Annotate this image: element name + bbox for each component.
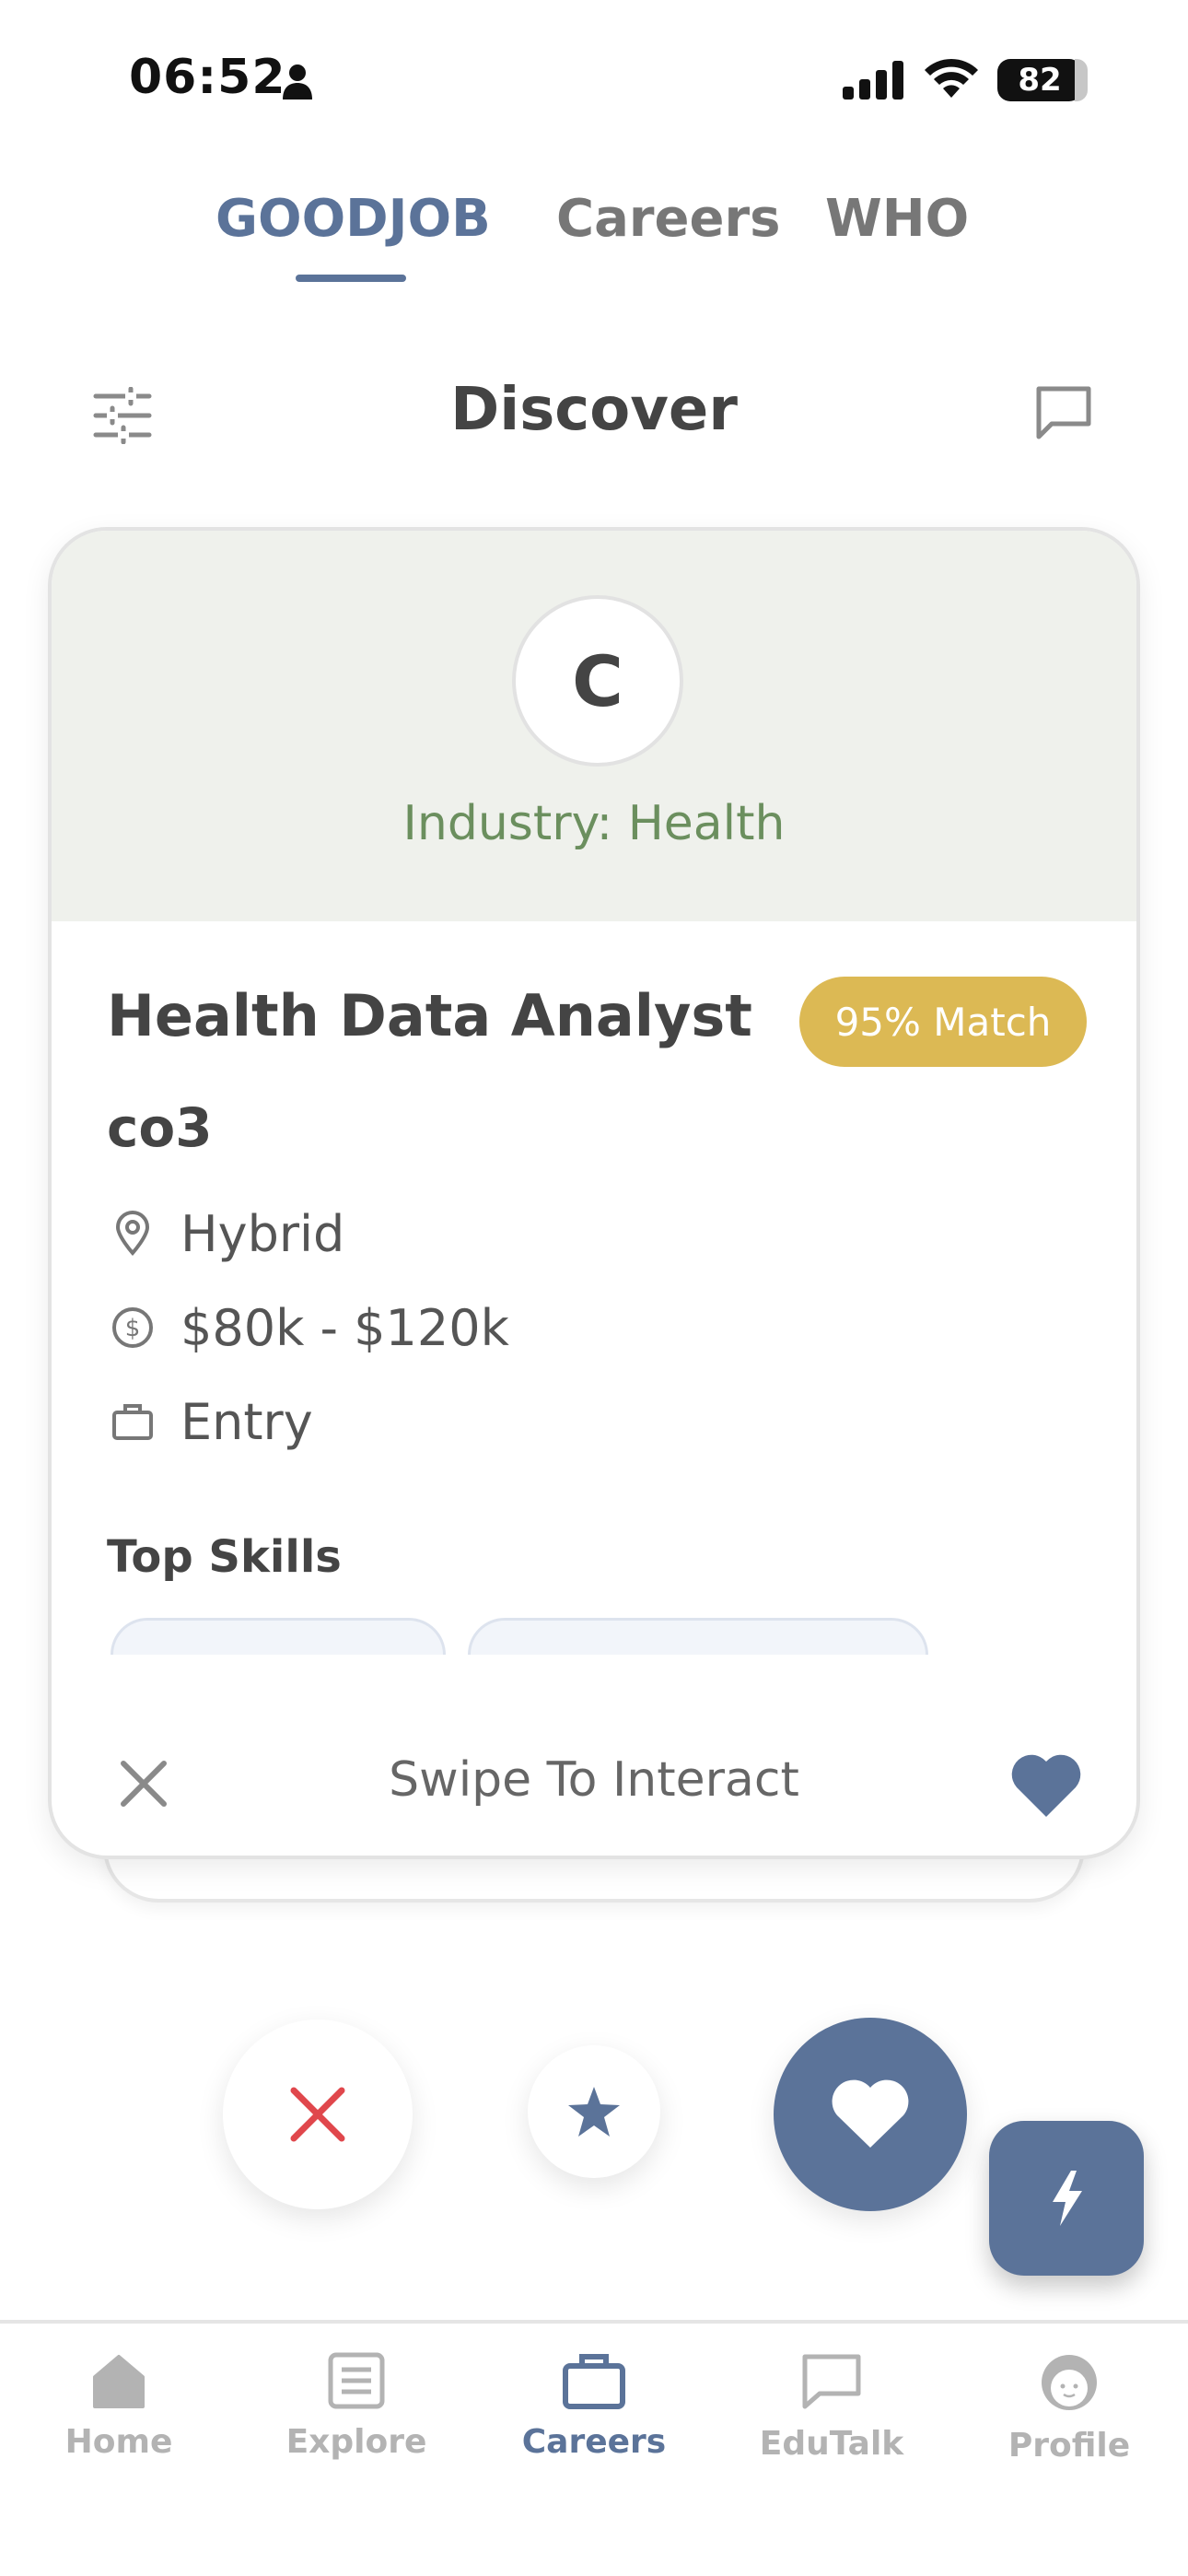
location-text: Hybrid	[181, 1204, 345, 1263]
star-icon	[568, 2087, 620, 2137]
svg-text:$: $	[125, 1315, 141, 1342]
tab-goodjob[interactable]: GOODJOB	[215, 189, 491, 249]
job-title: Health Data Analyst	[107, 982, 752, 1049]
briefcase-icon	[107, 1396, 158, 1447]
like-button[interactable]	[774, 2018, 967, 2211]
battery-tip	[1075, 59, 1088, 101]
nav-label-profile: Profile	[1007, 2427, 1131, 2465]
favorite-button[interactable]	[528, 2045, 660, 2178]
nav-label-careers: Careers	[521, 2423, 667, 2461]
salary-text: $80k - $120k	[181, 1298, 509, 1357]
job-card[interactable]: C Industry: Health Health Data Analyst 9…	[48, 527, 1140, 1859]
skill-chip	[111, 1618, 446, 1655]
card-header: C Industry: Health	[52, 531, 1136, 921]
company-avatar: C	[512, 595, 683, 767]
card-footer: Swipe To Interact	[52, 1719, 1136, 1856]
match-badge: 95% Match	[799, 977, 1087, 1067]
page-title: Discover	[450, 376, 738, 444]
home-icon	[93, 2355, 145, 2408]
nav-item-explore[interactable]: Explore	[238, 2351, 475, 2461]
level-row: Entry	[107, 1389, 313, 1454]
industry-label: Industry: Health	[402, 796, 786, 851]
person-icon	[283, 64, 312, 100]
dislike-button[interactable]	[223, 2020, 413, 2209]
heart-icon	[832, 2079, 909, 2148]
close-icon	[290, 2087, 345, 2142]
level-text: Entry	[181, 1392, 313, 1451]
status-time: 06:52	[129, 50, 286, 105]
cellular-signal-icon	[843, 61, 903, 100]
battery-indicator: 82	[997, 59, 1082, 101]
location-pin-icon	[107, 1208, 158, 1259]
messages-icon[interactable]	[1033, 383, 1094, 442]
nav-label-home: Home	[64, 2423, 173, 2461]
skills-heading: Top Skills	[107, 1531, 342, 1583]
active-tab-underline	[296, 275, 406, 282]
company-name: co3	[107, 1096, 213, 1159]
tab-who[interactable]: WHO	[825, 189, 969, 249]
tab-careers[interactable]: Careers	[556, 189, 780, 249]
nav-item-edutalk[interactable]: EduTalk	[713, 2351, 950, 2463]
briefcase-icon	[563, 2354, 625, 2409]
lightning-bolt-icon	[1053, 2171, 1082, 2226]
skill-chip	[468, 1618, 928, 1655]
boost-button[interactable]	[989, 2121, 1144, 2276]
nav-label-edutalk: EduTalk	[759, 2425, 904, 2463]
nav-item-home[interactable]: Home	[0, 2351, 238, 2461]
chat-icon	[802, 2354, 861, 2409]
nav-label-explore: Explore	[285, 2423, 427, 2461]
nav-item-profile[interactable]: Profile	[950, 2351, 1188, 2465]
salary-row: $ $80k - $120k	[107, 1295, 509, 1360]
dollar-circle-icon: $	[107, 1302, 158, 1353]
wifi-icon	[925, 58, 978, 98]
page-header: Discover	[0, 369, 1188, 461]
location-row: Hybrid	[107, 1201, 344, 1266]
bottom-nav: Home Explore Careers EduTalk Profile	[0, 2320, 1188, 2576]
top-tabs: GOODJOB Careers WHO	[0, 189, 1188, 290]
nav-item-careers[interactable]: Careers	[475, 2351, 713, 2461]
heart-icon[interactable]	[1009, 1752, 1083, 1821]
status-bar: 06:52 82	[0, 0, 1188, 157]
swipe-hint: Swipe To Interact	[389, 1752, 799, 1808]
explore-icon	[328, 2352, 385, 2409]
profile-icon	[1042, 2355, 1097, 2410]
